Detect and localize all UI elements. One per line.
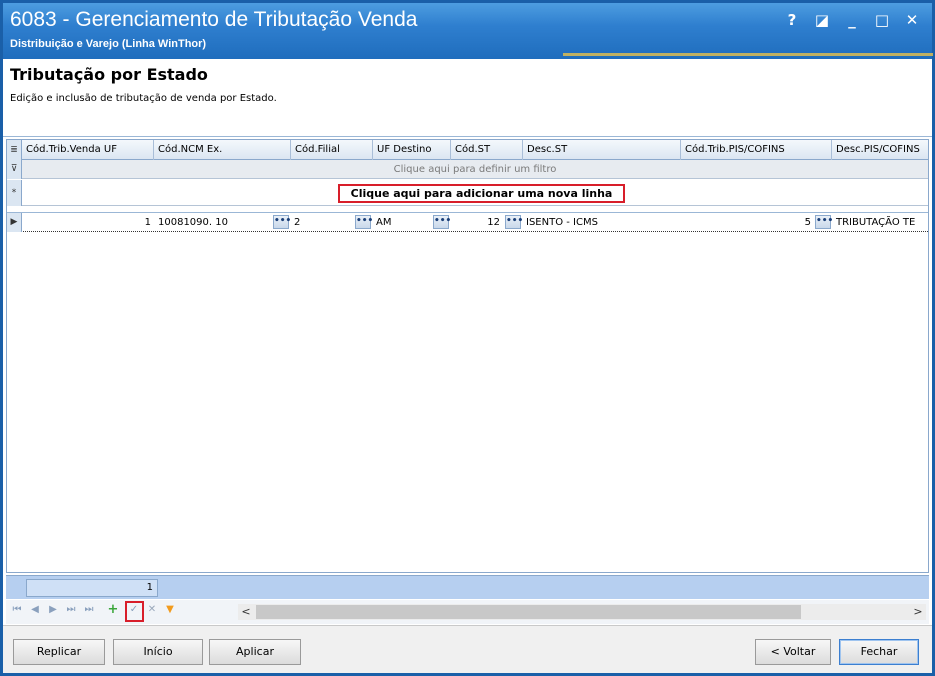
col-desc-pis-cofins[interactable]: Desc.PIS/COFINS	[832, 140, 928, 160]
add-record-icon[interactable]: +	[106, 602, 120, 617]
cell-desc-st[interactable]: ISENTO - ICMS	[523, 213, 681, 232]
confirm-highlight	[125, 601, 144, 622]
col-cod-filial[interactable]: Cód.Filial	[291, 140, 373, 160]
column-header-row: ≣ Cód.Trib.Venda UF Cód.NCM Ex. Cód.Fili…	[7, 140, 928, 160]
next-page-icon[interactable]: ⏭	[64, 604, 78, 615]
cell-uf-destino[interactable]: AM	[373, 213, 431, 232]
page-description: Edição e inclusão de tributação de venda…	[10, 93, 277, 104]
summary-footer: 1	[6, 575, 929, 599]
grid-navigator: ⏮ ◀ ▶ ⏭ ⏭ + ✓ ✕ ▼ < >	[6, 600, 929, 624]
scroll-right-icon[interactable]: >	[910, 604, 926, 620]
ncm-lookup-button[interactable]: •••	[273, 215, 291, 229]
scrollbar-thumb[interactable]	[256, 605, 801, 619]
filter-funnel-icon[interactable]: ▼	[163, 604, 177, 615]
row-count: 1	[26, 579, 158, 597]
filial-lookup-button[interactable]: •••	[355, 215, 373, 229]
window-subtitle: Distribuição e Varejo (Linha WinThor)	[10, 38, 207, 50]
fechar-button[interactable]: Fechar	[839, 639, 919, 665]
close-button[interactable]: ✕	[904, 11, 920, 29]
cell-cod-filial[interactable]: 2	[291, 213, 353, 232]
first-record-icon[interactable]: ⏮	[10, 604, 24, 615]
title-bar: 6083 - Gerenciamento de Tributação Venda…	[3, 3, 933, 59]
cell-cod-trib-pis-cofins[interactable]: 5	[681, 213, 814, 232]
next-record-icon[interactable]: ▶	[46, 604, 60, 615]
pis-cofins-lookup-button[interactable]: •••	[815, 215, 833, 229]
inicio-button[interactable]: Início	[113, 639, 203, 665]
voltar-button[interactable]: < Voltar	[755, 639, 831, 665]
maximize-button[interactable]: □	[874, 11, 890, 29]
cell-cod-trib-venda-uf[interactable]: 1	[22, 213, 154, 232]
current-row-indicator: ▶	[7, 213, 22, 232]
col-cod-ncm-ex[interactable]: Cód.NCM Ex.	[154, 140, 291, 160]
title-accent	[563, 53, 933, 56]
horizontal-scrollbar[interactable]: < >	[238, 604, 926, 620]
previous-page-icon[interactable]: ◀	[28, 604, 42, 615]
col-desc-st[interactable]: Desc.ST	[523, 140, 681, 160]
restore-button[interactable]: ◪	[814, 11, 830, 29]
uf-lookup-button[interactable]: •••	[433, 215, 451, 229]
col-cod-trib-pis-cofins[interactable]: Cód.Trib.PIS/COFINS	[681, 140, 832, 160]
cell-cod-st[interactable]: 12	[451, 213, 503, 232]
table-row[interactable]: ▶ 1 10081090. 10 ••• 2 ••• AM ••• 12 •••…	[7, 212, 928, 232]
filter-icon: ⊽	[7, 160, 22, 179]
app-window: 6083 - Gerenciamento de Tributação Venda…	[0, 0, 935, 676]
last-record-icon[interactable]: ⏭	[82, 604, 96, 615]
col-cod-st[interactable]: Cód.ST	[451, 140, 523, 160]
data-grid: ≣ Cód.Trib.Venda UF Cód.NCM Ex. Cód.Fili…	[6, 139, 929, 573]
cancel-record-icon[interactable]: ✕	[145, 604, 159, 615]
cell-cod-ncm-ex[interactable]: 10081090. 10	[155, 213, 273, 232]
add-new-row-hint[interactable]: Clique aqui para adicionar uma nova linh…	[338, 184, 625, 203]
scroll-left-icon[interactable]: <	[238, 604, 254, 620]
minimize-button[interactable]: _	[844, 11, 860, 29]
aplicar-button[interactable]: Aplicar	[209, 639, 301, 665]
column-chooser-icon[interactable]: ≣	[7, 140, 22, 160]
page-title: Tributação por Estado	[10, 65, 208, 84]
new-row-indicator: *	[7, 180, 22, 206]
help-button[interactable]: ?	[784, 11, 800, 29]
st-lookup-button[interactable]: •••	[505, 215, 523, 229]
window-controls: ? ◪ _ □ ✕	[784, 11, 920, 29]
filter-hint[interactable]: Clique aqui para definir um filtro	[22, 160, 928, 179]
button-bar: Replicar Início Aplicar < Voltar Fechar	[3, 625, 932, 673]
filter-row[interactable]: ⊽ Clique aqui para definir um filtro	[7, 160, 928, 179]
window-title: 6083 - Gerenciamento de Tributação Venda	[10, 8, 418, 31]
col-cod-trib-venda-uf[interactable]: Cód.Trib.Venda UF	[22, 140, 154, 160]
col-uf-destino[interactable]: UF Destino	[373, 140, 451, 160]
cell-desc-pis-cofins[interactable]: TRIBUTAÇÃO TE	[833, 213, 928, 232]
page-header: Tributação por Estado Edição e inclusão …	[3, 59, 932, 137]
new-row[interactable]: * Clique aqui para adicionar uma nova li…	[7, 180, 928, 206]
replicar-button[interactable]: Replicar	[13, 639, 105, 665]
